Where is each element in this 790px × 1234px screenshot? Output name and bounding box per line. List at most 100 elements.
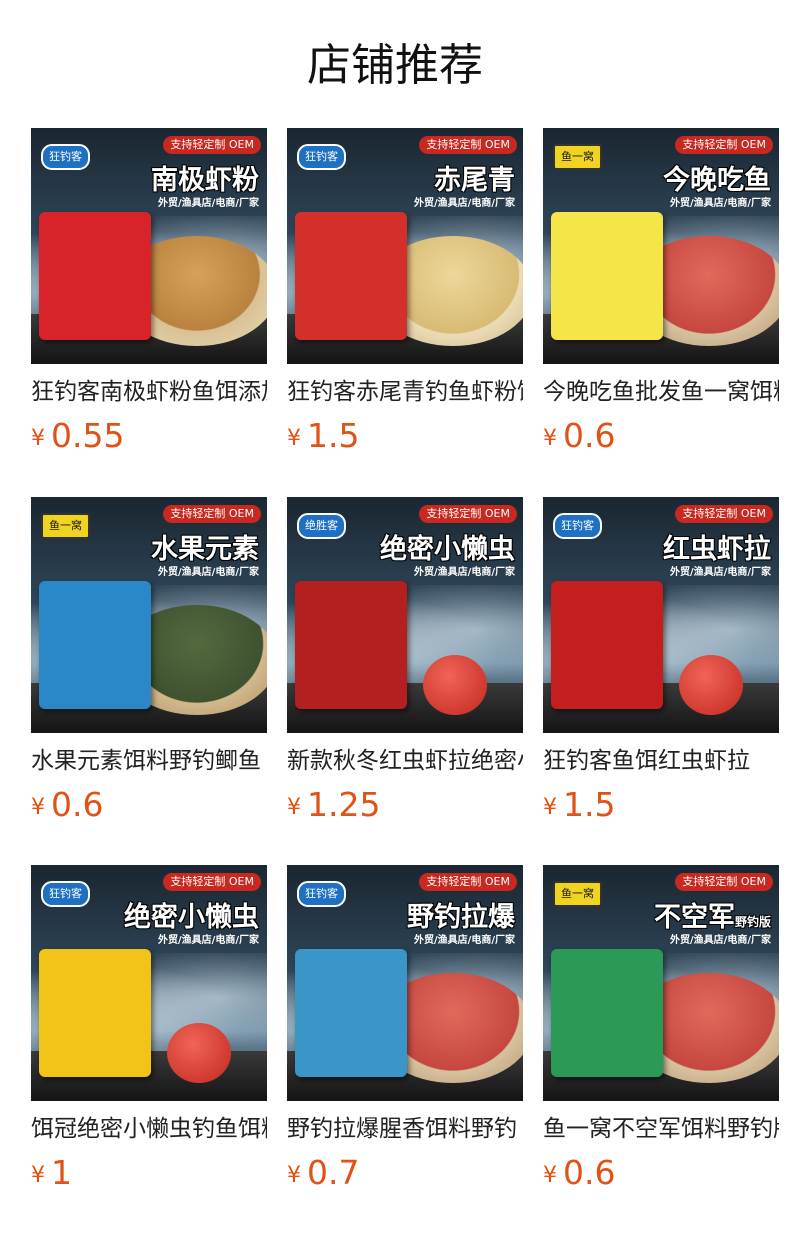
banner-suffix: 野钓版 [734, 915, 771, 929]
image-banner-title: 赤尾青 [434, 158, 515, 197]
product-image[interactable]: 支持轻定制 OEM 狂钓客赤尾青外贸/渔具店/电商/厂家 [287, 128, 523, 364]
currency-symbol: ¥ [287, 795, 301, 820]
currency-symbol: ¥ [287, 426, 301, 451]
brand-logo: 鱼一窝 [553, 144, 602, 170]
product-name[interactable]: 水果元素饵料野钓鲫鱼 [31, 745, 267, 777]
product-card[interactable]: 支持轻定制 OEM 狂钓客红虫虾拉外贸/渔具店/电商/厂家狂钓客鱼饵红虫虾拉 ¥1.… [543, 497, 779, 824]
image-banner-title: 水果元素 [151, 527, 259, 566]
price-value: 1.25 [307, 785, 381, 824]
bait-package [39, 581, 151, 709]
brand-logo: 鱼一窝 [553, 881, 602, 907]
brand-logo: 绝胜客 [297, 513, 346, 539]
image-subtitle: 外贸/渔具店/电商/厂家 [158, 935, 259, 946]
product-name[interactable]: 狂钓客鱼饵红虫虾拉 [543, 745, 779, 777]
oem-badge: 支持轻定制 OEM [163, 136, 261, 154]
currency-symbol: ¥ [287, 1163, 301, 1188]
image-subtitle: 外贸/渔具店/电商/厂家 [158, 198, 259, 209]
currency-symbol: ¥ [543, 426, 557, 451]
product-name[interactable]: 鱼一窝不空军饵料野钓版 [543, 1113, 779, 1145]
currency-symbol: ¥ [543, 1163, 557, 1188]
product-image[interactable]: 支持轻定制 OEM 狂钓客 野钓拉爆 外贸/渔具店/电商/厂家 [287, 865, 523, 1101]
product-name[interactable]: 新款秋冬红虫虾拉绝密小懒虫 [287, 745, 523, 777]
brand-logo: 狂钓客 [297, 144, 346, 170]
banner-text: 红虫虾拉 [663, 534, 771, 565]
bait-package [295, 212, 407, 340]
brand-logo: 鱼一窝 [41, 513, 90, 539]
product-price: ¥1.5 [543, 785, 779, 824]
product-card[interactable]: 支持轻定制 OEM 狂钓客赤尾青外贸/渔具店/电商/厂家狂钓客赤尾青钓鱼虾粉饵料 ¥… [287, 128, 523, 455]
price-value: 1.5 [307, 416, 360, 455]
image-banner-title: 今晚吃鱼 [663, 158, 771, 197]
oem-badge: 支持轻定制 OEM [675, 136, 773, 154]
product-image[interactable]: 支持轻定制 OEM 鱼一窝 不空军野钓版 外贸/渔具店/电商/厂家 [543, 865, 779, 1101]
bait-package [551, 949, 663, 1077]
currency-symbol: ¥ [31, 1163, 45, 1188]
image-subtitle: 外贸/渔具店/电商/厂家 [414, 198, 515, 209]
oem-badge: 支持轻定制 OEM [675, 873, 773, 891]
product-card[interactable]: 支持轻定制 OEM 鱼一窝 不空军野钓版 外贸/渔具店/电商/厂家 鱼一窝不空军饵料野钓… [543, 865, 779, 1192]
currency-symbol: ¥ [31, 426, 45, 451]
image-subtitle: 外贸/渔具店/电商/厂家 [670, 567, 771, 578]
product-name[interactable]: 今晚吃鱼批发鱼一窝饵料 [543, 376, 779, 408]
oem-badge: 支持轻定制 OEM [675, 505, 773, 523]
product-price: ¥0.6 [31, 785, 267, 824]
brand-logo: 狂钓客 [41, 144, 90, 170]
product-price: ¥1.25 [287, 785, 523, 824]
product-image[interactable]: 支持轻定制 OEM 鱼一窝今晚吃鱼外贸/渔具店/电商/厂家 [543, 128, 779, 364]
product-card[interactable]: 支持轻定制 OEM 狂钓客 绝密小懒虫 外贸/渔具店/电商/厂家 饵冠绝密小懒虫钓鱼饵料… [31, 865, 267, 1192]
product-card[interactable]: 支持轻定制 OEM 狂钓客 野钓拉爆 外贸/渔具店/电商/厂家 野钓拉爆腥香饵料野钓 ¥0… [287, 865, 523, 1192]
price-value: 0.6 [563, 416, 616, 455]
product-name[interactable]: 饵冠绝密小懒虫钓鱼饵料 [31, 1113, 267, 1145]
image-subtitle: 外贸/渔具店/电商/厂家 [414, 567, 515, 578]
image-subtitle: 外贸/渔具店/电商/厂家 [670, 198, 771, 209]
image-banner-title: 不空军野钓版 [654, 895, 771, 934]
product-card[interactable]: 支持轻定制 OEM 绝胜客绝密小懒虫外贸/渔具店/电商/厂家新款秋冬红虫虾拉绝密小… [287, 497, 523, 824]
product-card[interactable]: 支持轻定制 OEM 鱼一窝 水果元素 外贸/渔具店/电商/厂家 水果元素饵料野钓鲫鱼 ¥0… [31, 497, 267, 824]
bait-package [295, 581, 407, 709]
bait-package [39, 949, 151, 1077]
bait-package [551, 581, 663, 709]
banner-text: 野钓拉爆 [407, 902, 515, 933]
image-banner-title: 绝密小懒虫 [124, 895, 259, 934]
banner-text: 绝密小懒虫 [380, 534, 515, 565]
product-image[interactable]: 支持轻定制 OEM 狂钓客南极虾粉外贸/渔具店/电商/厂家 [31, 128, 267, 364]
image-banner-title: 红虫虾拉 [663, 527, 771, 566]
price-value: 1 [51, 1153, 72, 1192]
bait-ball [167, 1023, 231, 1083]
bait-package [295, 949, 407, 1077]
price-value: 0.7 [307, 1153, 360, 1192]
product-name[interactable]: 狂钓客南极虾粉鱼饵添加剂 [31, 376, 267, 408]
product-price: ¥0.7 [287, 1153, 523, 1192]
banner-text: 赤尾青 [434, 165, 515, 196]
banner-text: 南极虾粉 [151, 165, 259, 196]
bait-package [39, 212, 151, 340]
banner-text: 今晚吃鱼 [663, 165, 771, 196]
currency-symbol: ¥ [543, 795, 557, 820]
brand-logo: 狂钓客 [41, 881, 90, 907]
product-price: ¥0.55 [31, 416, 267, 455]
product-price: ¥1.5 [287, 416, 523, 455]
product-image[interactable]: 支持轻定制 OEM 绝胜客 绝密小懒虫 外贸/渔具店/电商/厂家 [287, 497, 523, 733]
image-subtitle: 外贸/渔具店/电商/厂家 [670, 935, 771, 946]
image-subtitle: 外贸/渔具店/电商/厂家 [414, 935, 515, 946]
product-price: ¥1 [31, 1153, 267, 1192]
image-banner-title: 绝密小懒虫 [380, 527, 515, 566]
image-banner-title: 南极虾粉 [151, 158, 259, 197]
image-banner-title: 野钓拉爆 [407, 895, 515, 934]
banner-text: 水果元素 [151, 534, 259, 565]
product-card[interactable]: 支持轻定制 OEM 鱼一窝今晚吃鱼外贸/渔具店/电商/厂家今晚吃鱼批发鱼一窝饵料 ¥… [543, 128, 779, 455]
bait-ball [679, 655, 743, 715]
product-image[interactable]: 支持轻定制 OEM 狂钓客 绝密小懒虫 外贸/渔具店/电商/厂家 [31, 865, 267, 1101]
product-price: ¥0.6 [543, 1153, 779, 1192]
price-value: 0.6 [51, 785, 104, 824]
oem-badge: 支持轻定制 OEM [419, 136, 517, 154]
product-image[interactable]: 支持轻定制 OEM 狂钓客红虫虾拉外贸/渔具店/电商/厂家 [543, 497, 779, 733]
product-card[interactable]: 支持轻定制 OEM 狂钓客南极虾粉外贸/渔具店/电商/厂家狂钓客南极虾粉鱼饵添加剂… [31, 128, 267, 455]
product-image[interactable]: 支持轻定制 OEM 鱼一窝 水果元素 外贸/渔具店/电商/厂家 [31, 497, 267, 733]
oem-badge: 支持轻定制 OEM [163, 505, 261, 523]
product-name[interactable]: 狂钓客赤尾青钓鱼虾粉饵料 [287, 376, 523, 408]
product-name[interactable]: 野钓拉爆腥香饵料野钓 [287, 1113, 523, 1145]
banner-text: 不空军 [653, 902, 735, 933]
price-value: 0.55 [51, 416, 125, 455]
brand-logo: 狂钓客 [553, 513, 602, 539]
